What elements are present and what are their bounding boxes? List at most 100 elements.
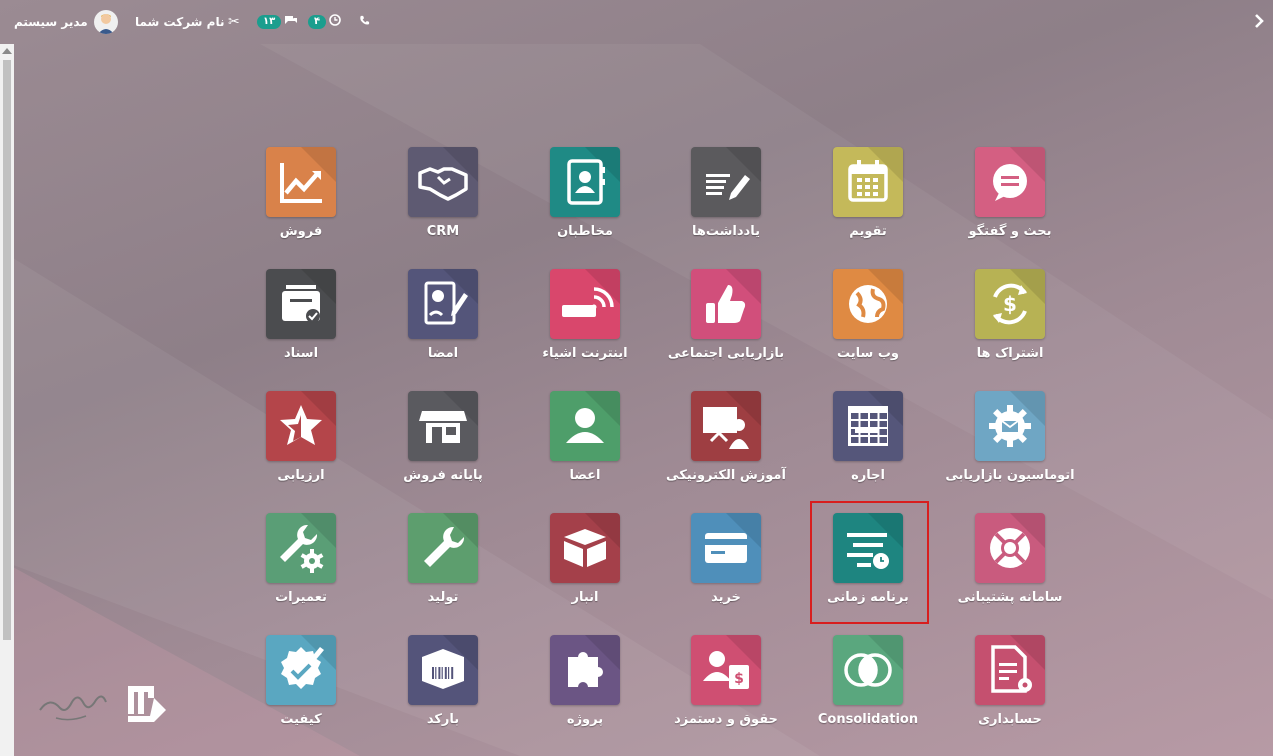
- app-tile[interactable]: [975, 635, 1045, 705]
- activities-badge: ۴: [308, 15, 327, 29]
- app-consolidation[interactable]: Consolidation: [798, 635, 938, 735]
- app-tile[interactable]: [975, 391, 1045, 461]
- app-pos[interactable]: پایانه فروش: [373, 391, 513, 491]
- chart-up-icon: [280, 163, 322, 203]
- app-tile[interactable]: $: [975, 269, 1045, 339]
- app-planning[interactable]: برنامه زمانی: [798, 513, 938, 613]
- member-icon: [566, 408, 604, 443]
- app-tile[interactable]: [833, 269, 903, 339]
- app-social[interactable]: بازاریابی اجتماعی: [656, 269, 796, 369]
- app-tile[interactable]: [691, 391, 761, 461]
- app-tile[interactable]: [833, 147, 903, 217]
- app-tile[interactable]: [975, 147, 1045, 217]
- app-website[interactable]: وب سایت: [798, 269, 938, 369]
- app-iot[interactable]: اینترنت اشیاء: [515, 269, 655, 369]
- app-elearning[interactable]: آموزش الکترونیکی: [656, 391, 796, 491]
- app-barcode[interactable]: بارکد: [373, 635, 513, 735]
- app-tile[interactable]: [408, 391, 478, 461]
- app-tile[interactable]: $: [691, 635, 761, 705]
- app-label: بحث و گفتگو: [968, 224, 1052, 239]
- app-accounting[interactable]: حسابداری: [940, 635, 1080, 735]
- app-tile[interactable]: [408, 513, 478, 583]
- app-marketing_automation[interactable]: اتوماسیون بازاریابی: [940, 391, 1080, 491]
- app-subscriptions[interactable]: $ اشتراک ها: [940, 269, 1080, 369]
- app-crm[interactable]: CRM: [373, 147, 513, 247]
- app-tile[interactable]: [408, 269, 478, 339]
- app-maintenance[interactable]: تعمیرات: [231, 513, 371, 613]
- iot-icon: [562, 287, 614, 317]
- app-tile[interactable]: [408, 635, 478, 705]
- rings-icon: [844, 653, 892, 687]
- comments-icon: [284, 14, 298, 30]
- app-label: پایانه فروش: [403, 468, 483, 483]
- activities-button[interactable]: ۴: [308, 0, 341, 44]
- gear-mail-icon: [989, 405, 1031, 447]
- app-purchase[interactable]: خرید: [656, 513, 796, 613]
- app-tile[interactable]: [550, 391, 620, 461]
- subscription-icon: $: [993, 283, 1027, 325]
- app-tile[interactable]: [691, 269, 761, 339]
- app-tile[interactable]: [550, 635, 620, 705]
- app-inventory[interactable]: انبار: [515, 513, 655, 613]
- app-tile[interactable]: [550, 513, 620, 583]
- watermark-logo: [36, 680, 176, 732]
- app-calendar[interactable]: تقویم: [798, 147, 938, 247]
- scrollbar[interactable]: [0, 44, 14, 756]
- app-tile[interactable]: [266, 147, 336, 217]
- app-discuss[interactable]: بحث و گفتگو: [940, 147, 1080, 247]
- app-helpdesk[interactable]: سامانه پشتیبانی: [940, 513, 1080, 613]
- chat-icon: [993, 164, 1027, 201]
- app-members[interactable]: اعضا: [515, 391, 655, 491]
- app-label: بارکد: [426, 712, 460, 727]
- app-label: اینترنت اشیاء: [542, 346, 628, 361]
- chevron-left-icon: [1252, 13, 1264, 31]
- app-notes[interactable]: یادداشت‌ها: [656, 147, 796, 247]
- app-tile[interactable]: [833, 391, 903, 461]
- app-tile[interactable]: [266, 391, 336, 461]
- toggle-app-menu[interactable]: [1252, 0, 1264, 44]
- contacts-icon: [567, 159, 605, 205]
- app-label: حسابداری: [978, 712, 1042, 727]
- app-payroll[interactable]: $ حقوق و دستمزد: [656, 635, 796, 735]
- app-label: تولید: [427, 590, 459, 605]
- app-sales[interactable]: فروش: [231, 147, 371, 247]
- app-tile[interactable]: [833, 635, 903, 705]
- app-label: اسناد: [283, 346, 319, 361]
- user-menu[interactable]: مدیر سیستم: [14, 0, 118, 44]
- company-switcher[interactable]: نام شرکت شما: [135, 0, 224, 44]
- app-tile[interactable]: [266, 635, 336, 705]
- app-tile[interactable]: [408, 147, 478, 217]
- app-label: برنامه زمانی: [827, 590, 909, 605]
- documents-icon: [282, 285, 320, 323]
- app-contacts[interactable]: مخاطبان: [515, 147, 655, 247]
- user-name: مدیر سیستم: [14, 15, 88, 29]
- messages-button[interactable]: ۱۳: [257, 0, 298, 44]
- app-tile[interactable]: [833, 513, 903, 583]
- phone-button[interactable]: [359, 0, 370, 44]
- app-rental[interactable]: اجاره: [798, 391, 938, 491]
- app-sign[interactable]: امضا: [373, 269, 513, 369]
- app-manufacturing[interactable]: تولید: [373, 513, 513, 613]
- debug-tools-button[interactable]: ✂: [228, 0, 240, 44]
- app-label: مخاطبان: [557, 224, 613, 239]
- phone-icon: [359, 14, 370, 30]
- app-appraisal[interactable]: ارزیابی: [231, 391, 371, 491]
- app-quality[interactable]: کیفیت: [231, 635, 371, 735]
- scroll-thumb[interactable]: [3, 60, 11, 640]
- rental-grid-icon: [848, 406, 888, 446]
- elearning-icon: [703, 407, 749, 449]
- app-tile[interactable]: [691, 147, 761, 217]
- payroll-icon: $: [703, 651, 749, 689]
- tools-icon: ✂: [228, 14, 240, 30]
- app-tile[interactable]: [975, 513, 1045, 583]
- app-tile[interactable]: [691, 513, 761, 583]
- app-documents[interactable]: اسناد: [231, 269, 371, 369]
- scroll-up-arrow[interactable]: [2, 48, 12, 54]
- star-icon: [280, 405, 322, 445]
- app-project[interactable]: پروژه: [515, 635, 655, 735]
- barcode-box-icon: [422, 649, 464, 689]
- app-tile[interactable]: [266, 269, 336, 339]
- app-tile[interactable]: [266, 513, 336, 583]
- app-tile[interactable]: [550, 147, 620, 217]
- app-tile[interactable]: [550, 269, 620, 339]
